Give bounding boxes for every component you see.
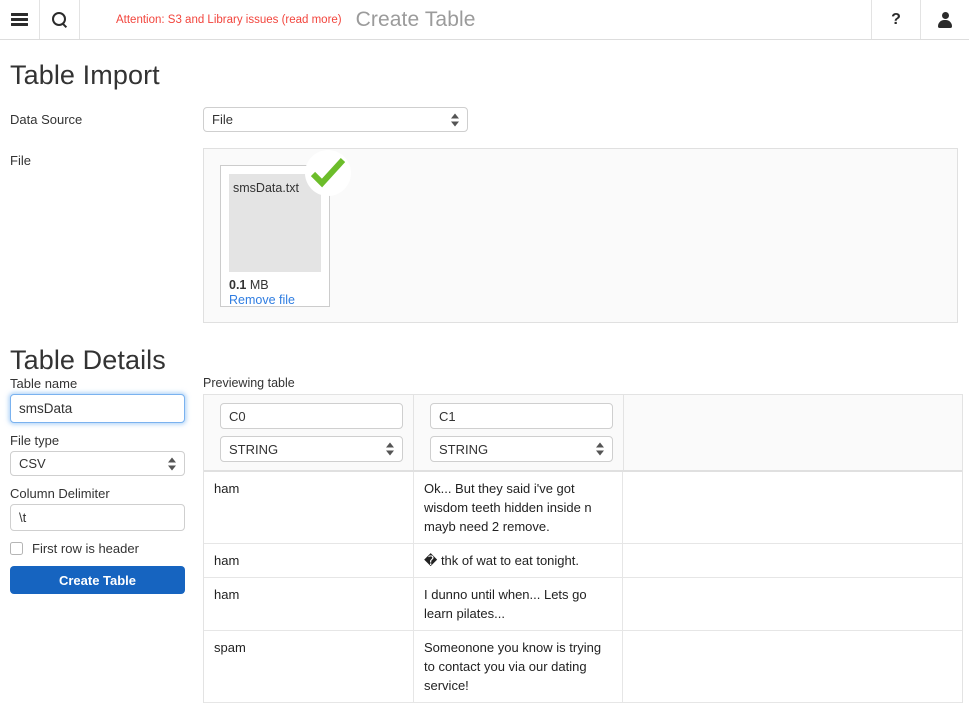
file-thumbnail: smsData.txt [229, 174, 321, 272]
table-name-input[interactable] [10, 394, 185, 423]
topbar-right-actions: ? [871, 0, 969, 39]
page-content: Table Import Data Source File File smsDa… [0, 60, 969, 703]
file-size: 0.1 MB [229, 278, 321, 292]
top-navigation-bar: Attention: S3 and Library issues (read m… [0, 0, 969, 40]
topbar-spacer [476, 0, 871, 39]
user-account-button[interactable] [920, 0, 969, 39]
column-type-select-wrap-0: STRING [220, 436, 403, 462]
remove-file-link[interactable]: Remove file [229, 293, 321, 307]
column-name-input-0[interactable] [220, 403, 403, 429]
file-size-value: 0.1 [229, 278, 246, 292]
table-cell-c0: ham [204, 472, 414, 543]
data-source-label: Data Source [10, 107, 203, 131]
column-type-select-wrap-1: STRING [430, 436, 613, 462]
create-table-button[interactable]: Create Table [10, 566, 185, 594]
preview-panel: Previewing table STRING [193, 376, 963, 703]
preview-label: Previewing table [203, 376, 963, 390]
file-row: File smsData.txt 0.1 MB Remove file [10, 148, 959, 323]
table-cell-c0: spam [204, 631, 414, 702]
table-cell-c1: Ok... But they said i've got wisdom teet… [414, 472, 623, 543]
table-name-group: Table name [10, 376, 193, 423]
row-filler [623, 544, 962, 577]
preview-table-header: STRING STRING [204, 395, 962, 472]
table-cell-c1: I dunno until when... Lets go learn pila… [414, 578, 623, 630]
menu-button[interactable] [0, 0, 40, 39]
user-avatar-icon [938, 12, 953, 28]
file-dropzone[interactable]: smsData.txt 0.1 MB Remove file [203, 148, 958, 323]
row-filler [623, 631, 962, 702]
table-cell-c1: � thk of wat to eat tonight. [414, 544, 623, 577]
first-row-header-label: First row is header [32, 541, 139, 556]
row-filler [623, 578, 962, 630]
table-details-section: Table name File type CSV Column Delimite… [10, 376, 959, 703]
table-row: ham I dunno until when... Lets go learn … [204, 578, 962, 631]
column-type-select-1[interactable]: STRING [430, 436, 613, 462]
search-icon [52, 12, 68, 28]
green-check-icon [305, 150, 351, 196]
preview-column-0: STRING [204, 395, 414, 470]
file-type-label: File type [10, 433, 193, 448]
table-cell-c0: ham [204, 578, 414, 630]
table-name-label: Table name [10, 376, 193, 391]
data-source-select-wrap: File [203, 107, 468, 132]
hamburger-icon [11, 13, 28, 26]
file-size-unit: MB [250, 278, 269, 292]
delimiter-group: Column Delimiter [10, 486, 193, 531]
alert-banner-link[interactable]: Attention: S3 and Library issues (read m… [80, 0, 356, 39]
row-filler [623, 472, 962, 543]
table-row: ham Ok... But they said i've got wisdom … [204, 472, 962, 544]
table-details-heading: Table Details [10, 345, 959, 376]
table-details-form: Table name File type CSV Column Delimite… [10, 376, 193, 594]
table-row: spam Someonone you know is trying to con… [204, 631, 962, 703]
file-type-select-wrap: CSV [10, 451, 185, 476]
preview-table: STRING STRING [203, 394, 963, 703]
first-row-header-row[interactable]: First row is header [10, 541, 193, 556]
file-label: File [10, 148, 203, 172]
file-type-select[interactable]: CSV [10, 451, 185, 476]
data-source-field: File [203, 107, 959, 132]
uploaded-file-card: smsData.txt 0.1 MB Remove file [220, 165, 330, 307]
table-cell-c1: Someonone you know is trying to contact … [414, 631, 623, 702]
question-mark-icon: ? [891, 12, 901, 28]
data-source-select[interactable]: File [203, 107, 468, 132]
table-import-heading: Table Import [10, 60, 959, 91]
help-button[interactable]: ? [871, 0, 920, 39]
table-cell-c0: ham [204, 544, 414, 577]
file-type-group: File type CSV [10, 433, 193, 476]
file-field: smsData.txt 0.1 MB Remove file [203, 148, 959, 323]
preview-header-filler [624, 395, 962, 470]
table-row: ham � thk of wat to eat tonight. [204, 544, 962, 578]
delimiter-label: Column Delimiter [10, 486, 193, 501]
column-type-select-0[interactable]: STRING [220, 436, 403, 462]
delimiter-input[interactable] [10, 504, 185, 531]
page-title: Create Table [356, 0, 476, 39]
search-button[interactable] [40, 0, 80, 39]
first-row-header-checkbox[interactable] [10, 542, 23, 555]
column-name-input-1[interactable] [430, 403, 613, 429]
data-source-row: Data Source File [10, 107, 959, 132]
preview-column-1: STRING [414, 395, 624, 470]
